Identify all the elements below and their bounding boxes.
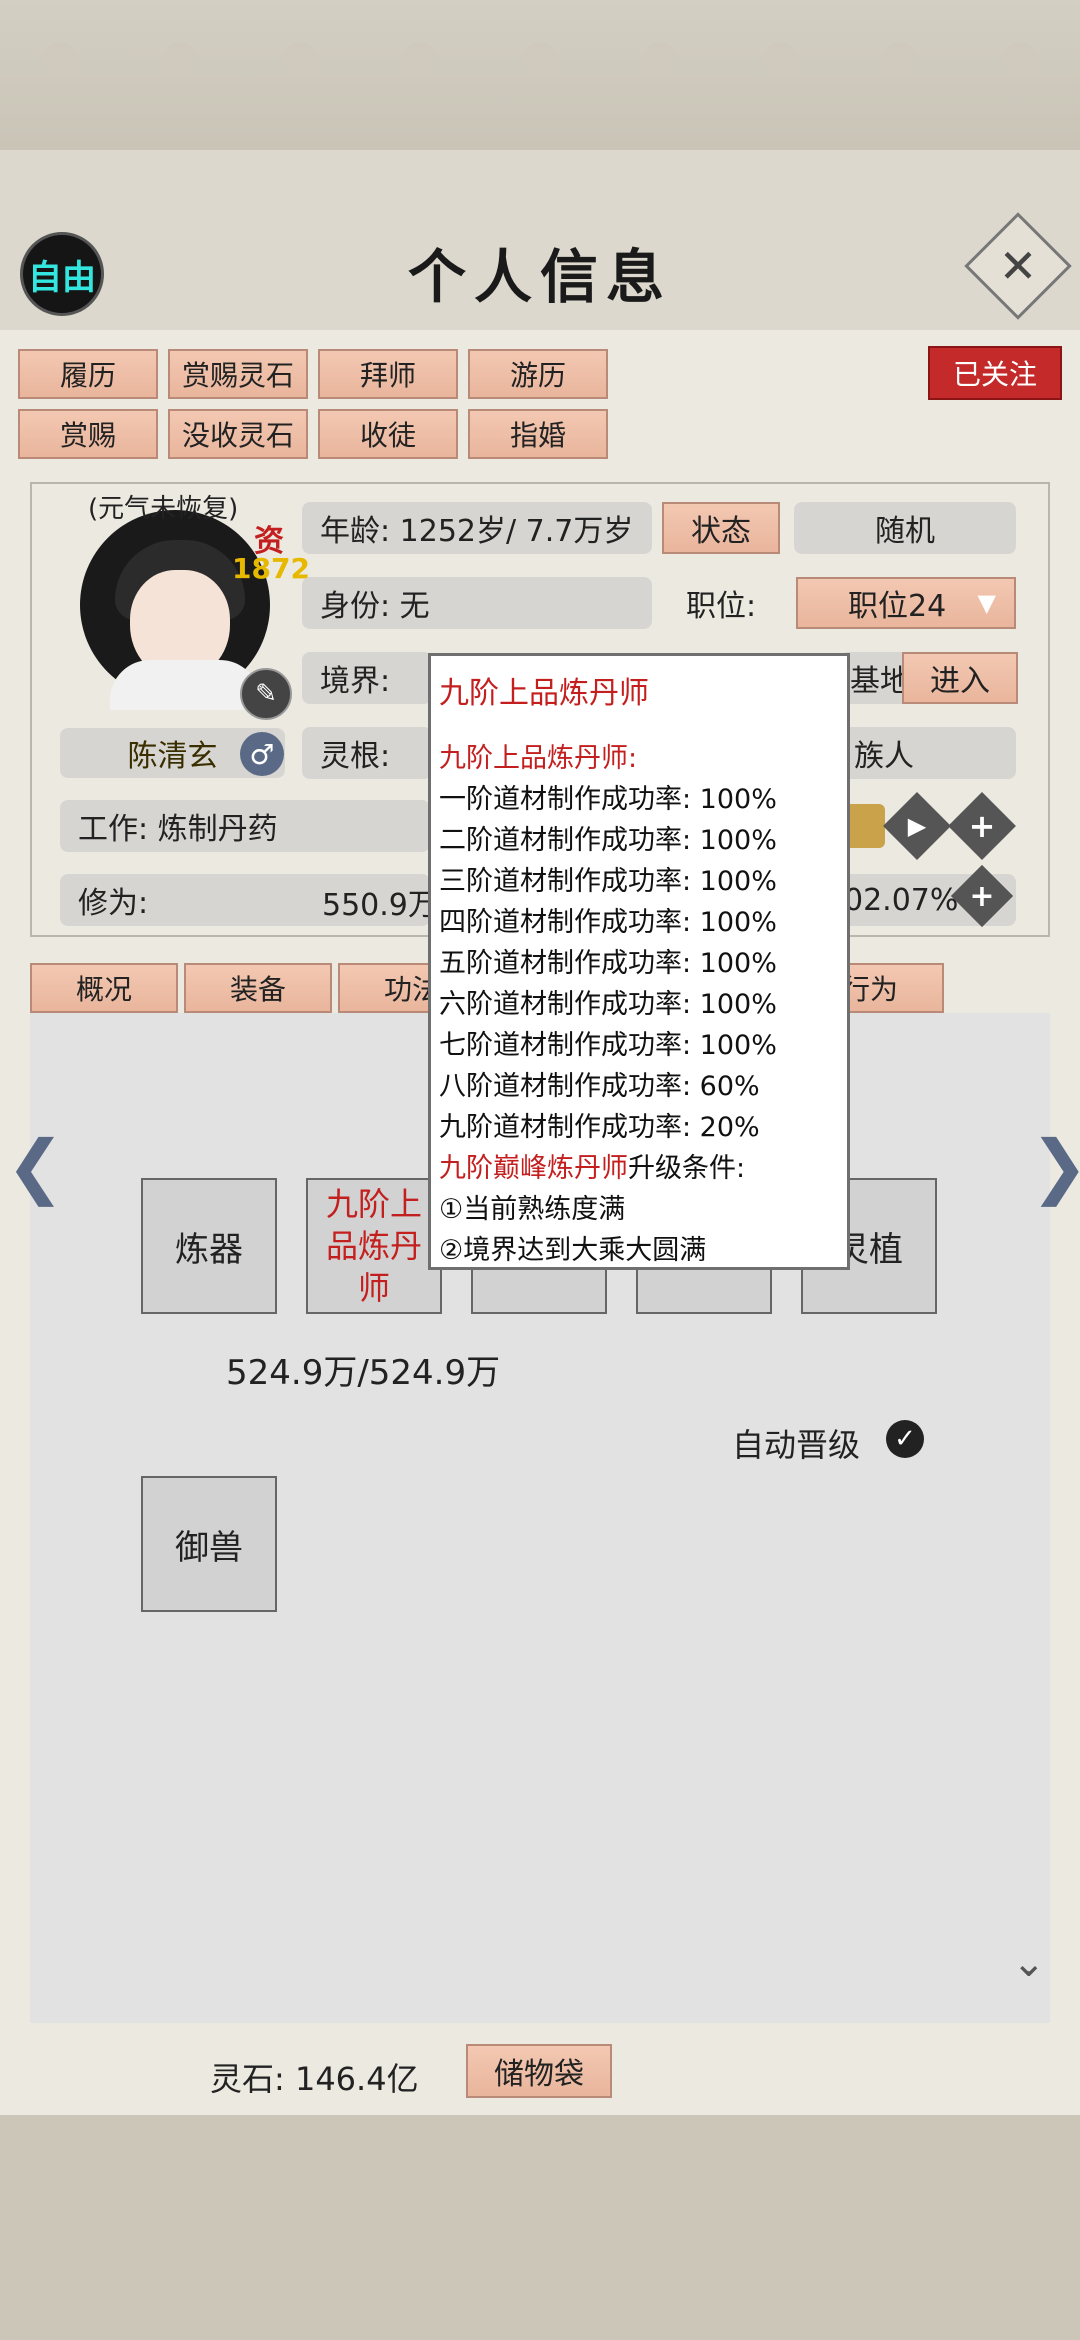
edit-brush-icon[interactable]: ✎	[240, 668, 292, 720]
tooltip-rate: 八阶道材制作成功率: 60%	[439, 1071, 760, 1102]
scroll-down-chevron-icon[interactable]: ⌄	[1012, 1940, 1046, 1986]
page-title: 个人信息	[407, 243, 672, 311]
tooltip-next-rank: 九阶巅峰炼丹师升级条件:	[439, 1146, 745, 1185]
work-field: 工作: 炼制丹药	[60, 800, 430, 852]
followed-badge[interactable]: 已关注	[928, 346, 1062, 400]
tooltip-title: 九阶上品炼丹师	[439, 676, 649, 711]
confiscate-spirit-stone-button[interactable]: 没收灵石	[168, 409, 308, 459]
close-icon[interactable]: ✕	[980, 228, 1056, 304]
enter-button[interactable]: 进入	[902, 652, 1018, 704]
bottom-decoration	[0, 2115, 1080, 2340]
identity-field: 身份: 无	[302, 577, 652, 629]
plus-icon: +	[968, 807, 996, 845]
tooltip-rate: 九阶道材制作成功率: 20%	[439, 1112, 760, 1143]
skill-forging[interactable]: 炼器	[141, 1178, 277, 1314]
next-rank-suffix: 升级条件:	[628, 1153, 746, 1184]
tooltip-rate: 四阶道材制作成功率: 100%	[439, 907, 777, 938]
arrange-marriage-button[interactable]: 指婚	[468, 409, 608, 459]
tooltip-subtitle: 九阶上品炼丹师:	[439, 743, 638, 774]
tooltip-rate: 七阶道材制作成功率: 100%	[439, 1030, 777, 1061]
status-note: (元气未恢复)	[88, 494, 239, 524]
reward-spirit-stone-button[interactable]: 赏赐灵石	[168, 349, 308, 399]
chevron-down-icon: ▼	[977, 589, 996, 617]
avatar-robe	[110, 660, 260, 710]
realm-label: 境界:	[302, 652, 432, 704]
history-button[interactable]: 履历	[18, 349, 158, 399]
position-dropdown[interactable]: 职位24 ▼	[796, 577, 1016, 629]
next-rank-name: 九阶巅峰炼丹师	[439, 1153, 628, 1184]
tooltip-rate: 一阶道材制作成功率: 100%	[439, 784, 777, 815]
base-label: 基地	[840, 652, 910, 704]
storage-bag-button[interactable]: 储物袋	[466, 2044, 612, 2098]
top-decoration	[0, 0, 1080, 150]
tooltip-rate: 五阶道材制作成功率: 100%	[439, 948, 777, 979]
free-mode-button[interactable]: 自由	[20, 232, 104, 316]
age-field: 年龄: 1252岁/ 7.7万岁	[302, 502, 652, 554]
next-arrow-icon[interactable]: ❯	[1030, 1125, 1080, 1207]
alchemy-tooltip: 九阶上品炼丹师 九阶上品炼丹师: 一阶道材制作成功率: 100% 二阶道材制作成…	[428, 653, 850, 1270]
alchemy-progress: 524.9万/524.9万	[226, 1353, 501, 1393]
spirit-stone-count: 灵石: 146.4亿	[210, 2060, 419, 2098]
figure-icon	[845, 804, 885, 848]
checkbox-checked-icon[interactable]: ✓	[886, 1420, 924, 1458]
position-label: 职位:	[686, 589, 757, 624]
tab-equipment[interactable]: 装备	[184, 963, 332, 1013]
male-gender-icon: ♂	[240, 732, 284, 776]
travel-button[interactable]: 游历	[468, 349, 608, 399]
status-button[interactable]: 状态	[662, 502, 780, 554]
reward-button[interactable]: 赏赐	[18, 409, 158, 459]
previous-arrow-icon[interactable]: ❮	[6, 1125, 65, 1207]
aptitude-value: 1872	[232, 552, 310, 585]
skill-beast-taming[interactable]: 御兽	[141, 1476, 277, 1612]
tooltip-rate: 三阶道材制作成功率: 100%	[439, 866, 777, 897]
spirit-root-label: 灵根:	[302, 727, 432, 779]
tooltip-rate: 六阶道材制作成功率: 100%	[439, 989, 777, 1020]
position-value: 职位24	[848, 589, 947, 624]
tooltip-condition: ①当前熟练度满	[439, 1194, 626, 1225]
tooltip-rate: 二阶道材制作成功率: 100%	[439, 825, 777, 856]
plus-icon: +	[969, 878, 995, 914]
skill-alchemy[interactable]: 九阶上品炼丹师	[306, 1178, 442, 1314]
random-button[interactable]: 随机	[794, 502, 1016, 554]
tooltip-condition: ②境界达到大乘大圆满	[439, 1235, 707, 1266]
play-icon: ▶	[907, 812, 927, 840]
clan-field: 族人	[840, 727, 1016, 779]
apprentice-button[interactable]: 拜师	[318, 349, 458, 399]
auto-upgrade-label: 自动晋级	[732, 1426, 861, 1464]
cultivation-value: 550.9万	[322, 888, 438, 923]
take-disciple-button[interactable]: 收徒	[318, 409, 458, 459]
tab-overview[interactable]: 概况	[30, 963, 178, 1013]
